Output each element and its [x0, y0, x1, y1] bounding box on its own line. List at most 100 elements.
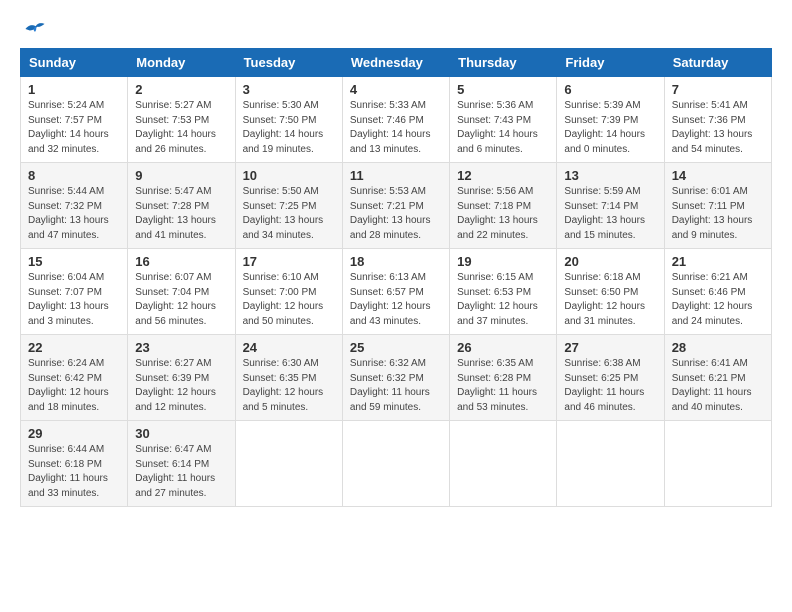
calendar-cell: 12 Sunrise: 5:56 AM Sunset: 7:18 PM Dayl… [450, 163, 557, 249]
day-info: Sunrise: 5:53 AM Sunset: 7:21 PM Dayligh… [350, 185, 442, 243]
calendar-cell: 13 Sunrise: 5:59 AM Sunset: 7:14 PM Dayl… [557, 163, 664, 249]
day-info: Sunrise: 6:30 AM Sunset: 6:35 PM Dayligh… [243, 357, 335, 415]
calendar-cell: 9 Sunrise: 5:47 AM Sunset: 7:28 PM Dayli… [128, 163, 235, 249]
calendar-week-row: 8 Sunrise: 5:44 AM Sunset: 7:32 PM Dayli… [21, 163, 772, 249]
calendar-cell: 6 Sunrise: 5:39 AM Sunset: 7:39 PM Dayli… [557, 77, 664, 163]
day-number: 24 [243, 340, 335, 355]
calendar-cell: 18 Sunrise: 6:13 AM Sunset: 6:57 PM Dayl… [342, 249, 449, 335]
day-info: Sunrise: 6:41 AM Sunset: 6:21 PM Dayligh… [672, 357, 764, 415]
day-info: Sunrise: 6:24 AM Sunset: 6:42 PM Dayligh… [28, 357, 120, 415]
day-info: Sunrise: 6:15 AM Sunset: 6:53 PM Dayligh… [457, 271, 549, 329]
calendar-week-row: 22 Sunrise: 6:24 AM Sunset: 6:42 PM Dayl… [21, 335, 772, 421]
day-number: 3 [243, 82, 335, 97]
calendar-cell: 4 Sunrise: 5:33 AM Sunset: 7:46 PM Dayli… [342, 77, 449, 163]
day-info: Sunrise: 6:32 AM Sunset: 6:32 PM Dayligh… [350, 357, 442, 415]
day-number: 9 [135, 168, 227, 183]
calendar-cell: 11 Sunrise: 5:53 AM Sunset: 7:21 PM Dayl… [342, 163, 449, 249]
calendar-cell: 30 Sunrise: 6:47 AM Sunset: 6:14 PM Dayl… [128, 421, 235, 507]
day-info: Sunrise: 6:07 AM Sunset: 7:04 PM Dayligh… [135, 271, 227, 329]
day-number: 16 [135, 254, 227, 269]
calendar-cell: 17 Sunrise: 6:10 AM Sunset: 7:00 PM Dayl… [235, 249, 342, 335]
day-number: 12 [457, 168, 549, 183]
day-info: Sunrise: 6:35 AM Sunset: 6:28 PM Dayligh… [457, 357, 549, 415]
weekday-header: Monday [128, 49, 235, 77]
day-number: 15 [28, 254, 120, 269]
calendar-cell: 26 Sunrise: 6:35 AM Sunset: 6:28 PM Dayl… [450, 335, 557, 421]
page-header [20, 20, 772, 38]
day-info: Sunrise: 5:39 AM Sunset: 7:39 PM Dayligh… [564, 99, 656, 157]
day-info: Sunrise: 6:13 AM Sunset: 6:57 PM Dayligh… [350, 271, 442, 329]
calendar-cell: 20 Sunrise: 6:18 AM Sunset: 6:50 PM Dayl… [557, 249, 664, 335]
day-info: Sunrise: 5:56 AM Sunset: 7:18 PM Dayligh… [457, 185, 549, 243]
day-number: 27 [564, 340, 656, 355]
day-info: Sunrise: 6:10 AM Sunset: 7:00 PM Dayligh… [243, 271, 335, 329]
day-number: 29 [28, 426, 120, 441]
day-number: 28 [672, 340, 764, 355]
day-number: 2 [135, 82, 227, 97]
calendar-cell [664, 421, 771, 507]
day-number: 19 [457, 254, 549, 269]
calendar-cell: 1 Sunrise: 5:24 AM Sunset: 7:57 PM Dayli… [21, 77, 128, 163]
day-number: 10 [243, 168, 335, 183]
calendar-cell: 7 Sunrise: 5:41 AM Sunset: 7:36 PM Dayli… [664, 77, 771, 163]
calendar-cell: 28 Sunrise: 6:41 AM Sunset: 6:21 PM Dayl… [664, 335, 771, 421]
calendar-cell [235, 421, 342, 507]
calendar-cell: 29 Sunrise: 6:44 AM Sunset: 6:18 PM Dayl… [21, 421, 128, 507]
weekday-header: Wednesday [342, 49, 449, 77]
calendar-week-row: 1 Sunrise: 5:24 AM Sunset: 7:57 PM Dayli… [21, 77, 772, 163]
weekday-header: Thursday [450, 49, 557, 77]
day-number: 6 [564, 82, 656, 97]
calendar-cell: 22 Sunrise: 6:24 AM Sunset: 6:42 PM Dayl… [21, 335, 128, 421]
day-info: Sunrise: 5:47 AM Sunset: 7:28 PM Dayligh… [135, 185, 227, 243]
day-info: Sunrise: 5:24 AM Sunset: 7:57 PM Dayligh… [28, 99, 120, 157]
day-info: Sunrise: 6:04 AM Sunset: 7:07 PM Dayligh… [28, 271, 120, 329]
calendar-cell: 25 Sunrise: 6:32 AM Sunset: 6:32 PM Dayl… [342, 335, 449, 421]
calendar-cell: 2 Sunrise: 5:27 AM Sunset: 7:53 PM Dayli… [128, 77, 235, 163]
day-info: Sunrise: 6:38 AM Sunset: 6:25 PM Dayligh… [564, 357, 656, 415]
day-number: 8 [28, 168, 120, 183]
calendar-cell: 15 Sunrise: 6:04 AM Sunset: 7:07 PM Dayl… [21, 249, 128, 335]
calendar-week-row: 15 Sunrise: 6:04 AM Sunset: 7:07 PM Dayl… [21, 249, 772, 335]
calendar-week-row: 29 Sunrise: 6:44 AM Sunset: 6:18 PM Dayl… [21, 421, 772, 507]
day-info: Sunrise: 6:01 AM Sunset: 7:11 PM Dayligh… [672, 185, 764, 243]
day-info: Sunrise: 5:36 AM Sunset: 7:43 PM Dayligh… [457, 99, 549, 157]
calendar-cell [450, 421, 557, 507]
day-info: Sunrise: 5:41 AM Sunset: 7:36 PM Dayligh… [672, 99, 764, 157]
day-info: Sunrise: 5:30 AM Sunset: 7:50 PM Dayligh… [243, 99, 335, 157]
day-number: 14 [672, 168, 764, 183]
day-number: 7 [672, 82, 764, 97]
calendar-cell: 16 Sunrise: 6:07 AM Sunset: 7:04 PM Dayl… [128, 249, 235, 335]
day-number: 17 [243, 254, 335, 269]
calendar-cell: 19 Sunrise: 6:15 AM Sunset: 6:53 PM Dayl… [450, 249, 557, 335]
day-info: Sunrise: 6:27 AM Sunset: 6:39 PM Dayligh… [135, 357, 227, 415]
logo-bird-icon [24, 20, 46, 38]
calendar-cell: 24 Sunrise: 6:30 AM Sunset: 6:35 PM Dayl… [235, 335, 342, 421]
calendar-cell: 8 Sunrise: 5:44 AM Sunset: 7:32 PM Dayli… [21, 163, 128, 249]
weekday-header: Friday [557, 49, 664, 77]
calendar-cell [557, 421, 664, 507]
day-info: Sunrise: 5:59 AM Sunset: 7:14 PM Dayligh… [564, 185, 656, 243]
calendar-cell: 27 Sunrise: 6:38 AM Sunset: 6:25 PM Dayl… [557, 335, 664, 421]
calendar-cell: 10 Sunrise: 5:50 AM Sunset: 7:25 PM Dayl… [235, 163, 342, 249]
calendar-header-row: SundayMondayTuesdayWednesdayThursdayFrid… [21, 49, 772, 77]
day-number: 1 [28, 82, 120, 97]
calendar-cell [342, 421, 449, 507]
day-info: Sunrise: 5:44 AM Sunset: 7:32 PM Dayligh… [28, 185, 120, 243]
day-number: 26 [457, 340, 549, 355]
calendar-cell: 14 Sunrise: 6:01 AM Sunset: 7:11 PM Dayl… [664, 163, 771, 249]
day-number: 4 [350, 82, 442, 97]
day-number: 18 [350, 254, 442, 269]
day-info: Sunrise: 6:44 AM Sunset: 6:18 PM Dayligh… [28, 443, 120, 501]
day-info: Sunrise: 5:50 AM Sunset: 7:25 PM Dayligh… [243, 185, 335, 243]
calendar-cell: 3 Sunrise: 5:30 AM Sunset: 7:50 PM Dayli… [235, 77, 342, 163]
day-number: 13 [564, 168, 656, 183]
day-info: Sunrise: 6:47 AM Sunset: 6:14 PM Dayligh… [135, 443, 227, 501]
day-info: Sunrise: 6:21 AM Sunset: 6:46 PM Dayligh… [672, 271, 764, 329]
weekday-header: Saturday [664, 49, 771, 77]
calendar-cell: 21 Sunrise: 6:21 AM Sunset: 6:46 PM Dayl… [664, 249, 771, 335]
weekday-header: Sunday [21, 49, 128, 77]
calendar-table: SundayMondayTuesdayWednesdayThursdayFrid… [20, 48, 772, 507]
day-number: 21 [672, 254, 764, 269]
day-info: Sunrise: 5:27 AM Sunset: 7:53 PM Dayligh… [135, 99, 227, 157]
day-number: 30 [135, 426, 227, 441]
